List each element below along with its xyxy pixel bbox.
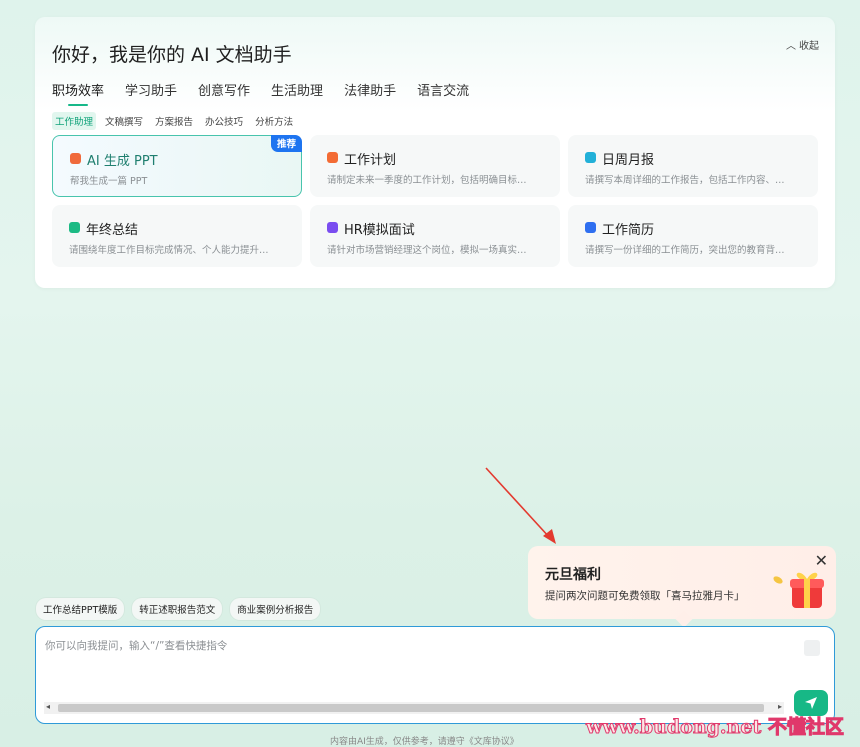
tab-legal[interactable]: 法律助手 [344, 80, 396, 104]
recommend-badge: 推荐 [270, 135, 302, 152]
card-desc: 请制定未来一季度的工作计划，包括明确目标… [327, 175, 527, 186]
card-title: HR模拟面试 [344, 223, 415, 238]
report-icon [585, 152, 596, 163]
card-title: 日周月报 [602, 153, 655, 168]
subtab-proposal[interactable]: 方案报告 [152, 112, 196, 130]
resume-icon [585, 222, 596, 233]
tab-language[interactable]: 语言交流 [417, 80, 469, 104]
card-reports[interactable]: 日周月报 请撰写本周详细的工作报告，包括工作内容、… [568, 135, 818, 197]
promo-desc: 提问两次问题可免费领取「喜马拉雅月卡」 [545, 590, 745, 602]
card-ai-ppt[interactable]: AI 生成 PPT 帮我生成一篇 PPT 推荐 [52, 135, 302, 197]
send-icon [805, 697, 817, 709]
page-title: 你好，我是你的 AI 文档助手 [52, 44, 292, 66]
subtab-work-assistant[interactable]: 工作助理 [52, 112, 97, 130]
card-desc: 请针对市场营销经理这个岗位，模拟一场真实… [327, 245, 527, 256]
tab-creative[interactable]: 创意写作 [198, 80, 250, 104]
annotation-arrow [485, 467, 556, 544]
subtab-drafting[interactable]: 文稿撰写 [102, 112, 146, 130]
suggestion-chip[interactable]: 工作总结PPT模版 [36, 598, 125, 620]
card-title: 工作简历 [602, 223, 655, 238]
promo-tail [675, 610, 693, 628]
subtab-analysis[interactable]: 分析方法 [252, 112, 296, 130]
subcategory-tabs: 工作助理 文稿撰写 方案报告 办公技巧 分析方法 [52, 112, 296, 130]
subtab-office-tips[interactable]: 办公技巧 [202, 112, 246, 130]
promo-title: 元旦福利 [545, 567, 601, 583]
card-desc: 请围绕年度工作目标完成情况、个人能力提升… [69, 245, 269, 256]
card-desc: 帮我生成一篇 PPT [70, 176, 148, 187]
suggestion-chip[interactable]: 转正述职报告范文 [132, 598, 223, 620]
watermark: www.budong.net 不懂社区 [586, 716, 845, 739]
ppt-icon [70, 153, 81, 164]
card-resume[interactable]: 工作简历 请撰写一份详细的工作简历，突出您的教育背… [568, 205, 818, 267]
calendar-icon [327, 152, 338, 163]
card-title: 年终总结 [86, 223, 139, 238]
suggestion-chips: 工作总结PPT模版 转正述职报告范文 商业案例分析报告 [36, 598, 321, 620]
tab-workplace[interactable]: 职场效率 [52, 80, 104, 106]
card-desc: 请撰写本周详细的工作报告，包括工作内容、… [585, 175, 785, 186]
card-hr-interview[interactable]: HR模拟面试 请针对市场营销经理这个岗位，模拟一场真实… [310, 205, 560, 267]
scroll-right-icon[interactable]: ▸ [778, 702, 782, 711]
card-title: 工作计划 [344, 153, 397, 168]
promo-popup: 元旦福利 提问两次问题可免费领取「喜马拉雅月卡」 ✕ [528, 546, 836, 628]
scroll-left-icon[interactable]: ◂ [46, 702, 50, 711]
card-title: AI 生成 PPT [87, 154, 158, 169]
collapse-button[interactable]: ︿ 收起 [786, 37, 819, 52]
input-placeholder: 你可以向我提问，输入“/”查看快捷指令 [45, 640, 228, 652]
tab-study[interactable]: 学习助手 [125, 80, 177, 104]
suggestion-chip[interactable]: 商业案例分析报告 [230, 598, 321, 620]
tab-life[interactable]: 生活助理 [271, 80, 323, 104]
scrollbar-thumb[interactable] [58, 704, 764, 712]
card-desc: 请撰写一份详细的工作简历，突出您的教育背… [585, 245, 785, 256]
interview-icon [327, 222, 338, 233]
card-year-summary[interactable]: 年终总结 请围绕年度工作目标完成情况、个人能力提升… [52, 205, 302, 267]
card-work-plan[interactable]: 工作计划 请制定未来一季度的工作计划，包括明确目标… [310, 135, 560, 197]
prompt-input[interactable]: 你可以向我提问，输入“/”查看快捷指令 ◂ ▸ [35, 626, 835, 724]
assistant-panel: 你好，我是你的 AI 文档助手 ︿ 收起 职场效率 学习助手 创意写作 生活助理… [35, 17, 835, 288]
category-tabs: 职场效率 学习助手 创意写作 生活助理 法律助手 语言交流 [52, 80, 469, 106]
attachment-icon[interactable] [804, 640, 820, 656]
summary-icon [69, 222, 80, 233]
chevron-up-icon: ︿ [786, 41, 796, 52]
footer-disclaimer: 内容由AI生成，仅供参考，请遵守《文库协议》 [330, 737, 519, 747]
gift-icon [773, 572, 824, 608]
collapse-label: 收起 [799, 41, 819, 52]
